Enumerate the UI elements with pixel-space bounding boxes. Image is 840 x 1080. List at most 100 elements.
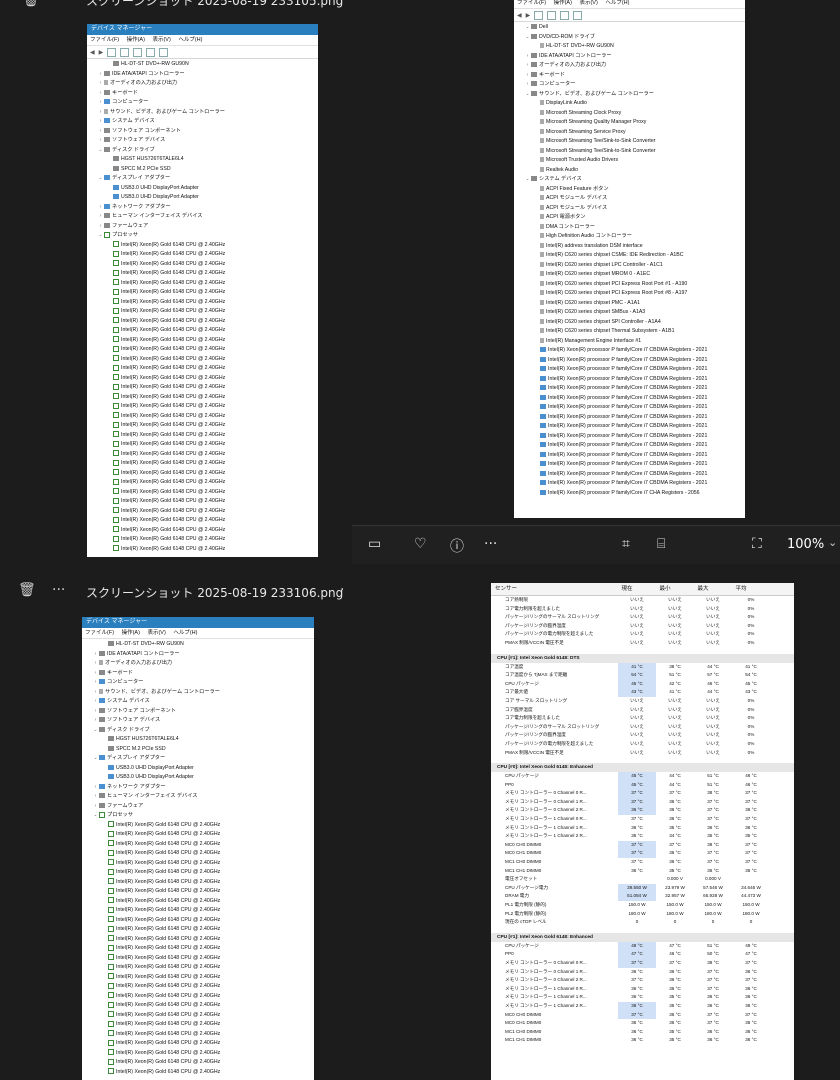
favorite-heart-icon[interactable]: ♡ (414, 536, 427, 552)
forward-icon[interactable]: ▶ (526, 12, 531, 19)
tree-item[interactable]: › オーディオの入力および出力 (514, 61, 745, 71)
tree-item[interactable]: Intel(R) Xeon(R) Gold 6148 CPU @ 2.40GHz (87, 250, 318, 260)
tree-item[interactable]: Intel(R) Xeon(R) Gold 6148 CPU @ 2.40GHz (82, 906, 314, 916)
sensor-row[interactable]: MC1 CH1 DIMM0 36 °C 35 °C 36 °C 36 °C (491, 867, 794, 876)
tree-item[interactable]: Intel(R) Xeon(R) Gold 6148 CPU @ 2.40GHz (82, 973, 314, 983)
chevron-right-icon[interactable]: › (97, 136, 104, 146)
scan-icon[interactable] (146, 47, 156, 57)
tree-item[interactable]: Intel(R) Xeon(R) Gold 6148 CPU @ 2.40GHz (87, 279, 318, 289)
tree-item[interactable]: HGST HUS726T6TALE6L4 (82, 735, 314, 745)
sensor-row[interactable]: メモリ コントローラー 1 Channel 0 R... 36 °C 36 °C 37… (491, 985, 794, 994)
tree-item[interactable]: ⌄ Dell (514, 23, 745, 33)
sensor-row[interactable]: コア臨界温度 いいえ いいえ いいえ 0% (491, 706, 794, 715)
filmstrip-icon[interactable]: ▭ (368, 536, 381, 552)
chevron-right-icon[interactable]: › (97, 79, 104, 89)
tree-item[interactable]: › IDE ATA/ATAPI コントローラー (82, 650, 314, 660)
text-scan-icon[interactable]: ⌸ (657, 536, 665, 552)
tree-item[interactable]: Intel(R) Xeon(R) Gold 6148 CPU @ 2.40GHz (87, 317, 318, 327)
tree-item[interactable]: Realtek Audio (514, 166, 745, 176)
chevron-right-icon[interactable]: › (92, 688, 99, 698)
chevron-down-icon[interactable]: ⌄ (92, 726, 99, 736)
tree-item[interactable]: Microsoft Streaming Tee/Sink-to-Sink Con… (514, 137, 745, 147)
tree-item[interactable]: Intel(R) Xeon(R) Gold 6148 CPU @ 2.40GHz (82, 1011, 314, 1021)
tree-item[interactable]: ⌄ ディスプレイ アダプター (87, 174, 318, 184)
tree-item[interactable]: Intel(R) Xeon(R) Gold 6148 CPU @ 2.40GHz (82, 925, 314, 935)
sensor-row[interactable]: MC1 CH0 DIMM0 37 °C 36 °C 37 °C 37 °C (491, 858, 794, 867)
tree-item[interactable]: Intel(R) Xeon(R) processor P family/Core… (514, 394, 745, 404)
chevron-down-icon[interactable]: ⌄ (524, 175, 531, 185)
sensor-row[interactable]: PMAX 制限/VCCIN 電圧不足 いいえ いいえ いいえ 0% (491, 749, 794, 758)
tree-item[interactable]: Intel(R) Xeon(R) Gold 6148 CPU @ 2.40GHz (87, 488, 318, 498)
tree-item[interactable]: ⌄ システム デバイス (514, 175, 745, 185)
sensor-row[interactable]: コア電力制限を超えました いいえ いいえ いいえ 0% (491, 605, 794, 614)
chevron-right-icon[interactable]: › (92, 650, 99, 660)
chevron-right-icon[interactable]: › (92, 792, 99, 802)
tree-item[interactable]: Intel(R) Xeon(R) processor P family/Core… (514, 460, 745, 470)
tree-item[interactable]: Intel(R) C620 series chipset SMBus - A1A… (514, 308, 745, 318)
tree-item[interactable]: USB3.0 UHD DisplayPort Adapter (87, 184, 318, 194)
chevron-right-icon[interactable]: › (97, 203, 104, 213)
sensor-row[interactable]: MC0 CH1 DIMM0 37 °C 36 °C 37 °C 37 °C (491, 849, 794, 859)
tree-item[interactable]: › ファームウェア (87, 222, 318, 232)
menu-action[interactable]: 操作(A) (127, 37, 145, 43)
list-icon[interactable] (547, 10, 557, 20)
sensor-row[interactable]: CPU パッケージ 45 °C 42 °C 46 °C 45 °C (491, 679, 794, 689)
column-max[interactable]: 最大 (684, 583, 722, 595)
sensor-row[interactable]: PP0 47 °C 46 °C 50 °C 47 °C (491, 950, 794, 959)
chevron-right-icon[interactable]: › (97, 127, 104, 137)
sensor-row[interactable]: DRAM 電力 51.084 W 32.957 W 65.928 W 44.473 W (491, 892, 794, 901)
tree-item[interactable]: SPCC M.2 PCIe SSD (82, 745, 314, 755)
menu-action-right[interactable]: 操作(A) (554, 0, 572, 6)
tree-item[interactable]: ACPI モジュール デバイス (514, 194, 745, 204)
column-avg[interactable]: 平均 (722, 583, 760, 595)
delete-icon[interactable]: 🗑 (18, 582, 36, 598)
sensor-row[interactable]: パッケージ/リングのサーマル スロットリング いいえ いいえ いいえ 0% (491, 613, 794, 622)
tree-item[interactable]: Intel(R) Xeon(R) Gold 6148 CPU @ 2.40GHz (82, 935, 314, 945)
tree-item[interactable]: › ソフトウェア デバイス (87, 136, 318, 146)
help-icon[interactable] (560, 10, 570, 20)
tree-item[interactable]: Intel(R) Xeon(R) Gold 6148 CPU @ 2.40GHz (82, 916, 314, 926)
menu-help-right[interactable]: ヘルプ(H) (605, 0, 629, 6)
tree-item[interactable]: Intel(R) Xeon(R) Gold 6148 CPU @ 2.40GHz (87, 412, 318, 422)
tree-item[interactable]: Intel(R) Xeon(R) Gold 6148 CPU @ 2.40GHz (87, 402, 318, 412)
sensor-row[interactable]: メモリ コントローラー 0 Channel 1 R... 36 °C 36 °C 37… (491, 968, 794, 977)
tree-item[interactable]: › ヒューマン インターフェイス デバイス (82, 792, 314, 802)
tree-item[interactable]: SPCC M.2 PCIe SSD (87, 165, 318, 175)
sensor-row[interactable]: パッケージ/リングの電力制限を超えました いいえ いいえ いいえ 0% (491, 630, 794, 639)
tree-item[interactable]: Intel(R) Xeon(R) Gold 6148 CPU @ 2.40GHz (87, 355, 318, 365)
tree-item[interactable]: Microsoft Streaming Service Proxy (514, 128, 745, 138)
tree-item[interactable]: Intel(R) Xeon(R) processor P family/Core… (514, 356, 745, 366)
tree-item[interactable]: ⌄ ディスプレイ アダプター (82, 754, 314, 764)
tree-item[interactable]: USB3.0 UHD DisplayPort Adapter (82, 764, 314, 774)
properties-icon[interactable] (107, 47, 117, 57)
chevron-right-icon[interactable]: › (524, 61, 531, 71)
tree-item[interactable]: ACPI Fixed Feature ボタン (514, 185, 745, 195)
menu-help[interactable]: ヘルプ(H) (178, 37, 202, 43)
tree-item[interactable]: › コンピューター (87, 98, 318, 108)
menu-help[interactable]: ヘルプ(H) (173, 630, 197, 636)
tree-item[interactable]: › キーボード (87, 89, 318, 99)
sensor-row[interactable]: メモリ コントローラー 1 Channel 2 R... 36 °C 35 °C 36… (491, 1001, 794, 1011)
tree-item[interactable]: Intel(R) C620 series chipset PCI Express… (514, 289, 745, 299)
chevron-right-icon[interactable]: › (97, 70, 104, 80)
tree-item[interactable]: › オーディオの入力および出力 (87, 79, 318, 89)
menu-file-right[interactable]: ファイル(F) (517, 0, 546, 6)
tree-item[interactable]: Intel(R) Xeon(R) processor P family/Core… (514, 432, 745, 442)
chevron-right-icon[interactable]: › (524, 52, 531, 62)
tree-item[interactable]: High Definition Audio コントローラー (514, 232, 745, 242)
tree-item[interactable]: ⌄ サウンド、ビデオ、およびゲーム コントローラー (514, 90, 745, 100)
tree-item[interactable]: Intel(R) C620 series chipset Thermal Sub… (514, 327, 745, 337)
sensor-row[interactable]: パッケージ/リングのサーマル スロットリング いいえ いいえ いいえ 0% (491, 723, 794, 732)
sensor-row[interactable]: PMAX 制限/VCCIN 電圧不足 いいえ いいえ いいえ 0% (491, 639, 794, 648)
sensor-row[interactable]: MC0 CH1 DIMM0 36 °C 36 °C 37 °C 36 °C (491, 1019, 794, 1028)
tree-item[interactable]: USB3.0 UHD DisplayPort Adapter (87, 193, 318, 203)
tree-item[interactable]: Intel(R) Xeon(R) Gold 6148 CPU @ 2.40GHz (87, 478, 318, 488)
menu-view[interactable]: 表示(V) (152, 37, 170, 43)
tree-item[interactable]: Intel(R) Xeon(R) processor P family/Core… (514, 441, 745, 451)
tree-item[interactable]: › ネットワーク アダプター (82, 783, 314, 793)
tree-item[interactable]: Intel(R) Xeon(R) Gold 6148 CPU @ 2.40GHz (87, 307, 318, 317)
tree-item[interactable]: ⌄ プロセッサ (87, 231, 318, 241)
tree-item[interactable]: USB3.0 UHD DisplayPort Adapter (82, 773, 314, 783)
tree-item[interactable]: Intel(R) Xeon(R) Gold 6148 CPU @ 2.40GHz (87, 526, 318, 536)
tree-item[interactable]: › ソフトウェア デバイス (82, 716, 314, 726)
